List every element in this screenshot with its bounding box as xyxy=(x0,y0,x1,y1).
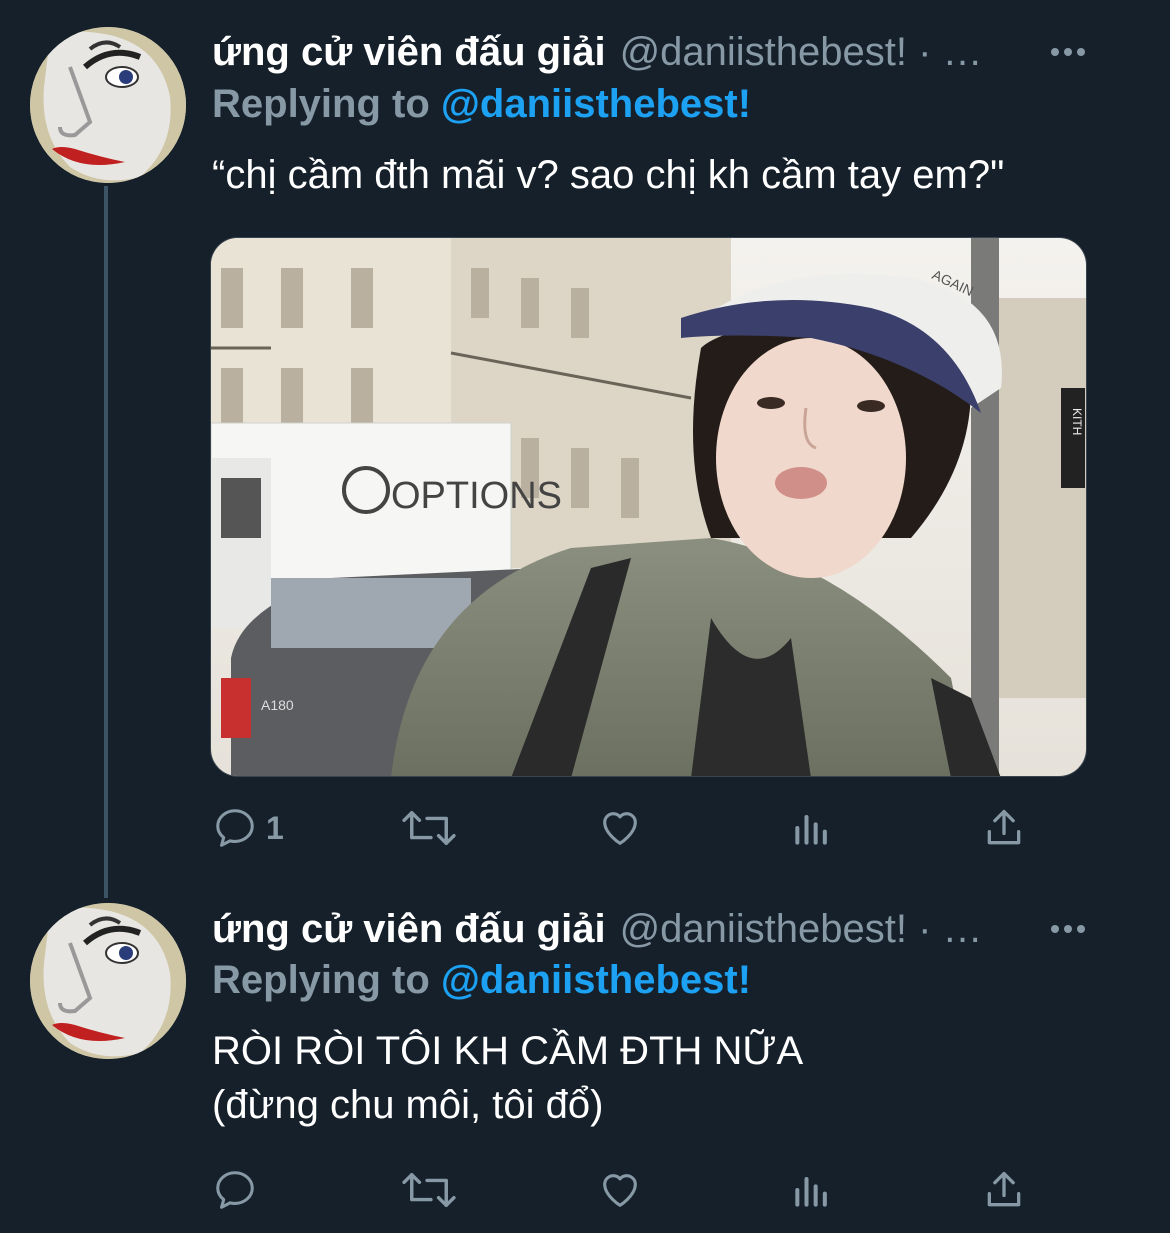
tweet-text-line: RÒI RÒI TÔI KH CẦM ĐTH NỮA xyxy=(212,1029,804,1073)
share-button[interactable] xyxy=(982,1162,1026,1218)
tweet-text-line: “chị cầm đth mãi v? sao chị kh cầm tay e… xyxy=(212,153,1005,197)
avatar-face-image xyxy=(30,903,186,1059)
analytics-icon xyxy=(790,1167,834,1213)
user-handle[interactable]: @daniisthebest! · … xyxy=(620,30,983,75)
like-icon xyxy=(596,805,644,851)
tweet-text: “chị cầm đth mãi v? sao chị kh cầm tay e… xyxy=(212,148,1004,202)
retweet-button[interactable] xyxy=(400,800,458,856)
tweet-header: ứng cử viên đấu giải @daniisthebest! · … xyxy=(212,901,1130,957)
analytics-button[interactable] xyxy=(790,800,834,856)
replying-mention-link[interactable]: @daniisthebest! xyxy=(441,82,751,126)
like-button[interactable] xyxy=(596,1162,644,1218)
avatar[interactable] xyxy=(30,27,186,183)
tweet-media-photo[interactable]: OPTIONS A180 KITH AGAIN xyxy=(210,237,1087,777)
replying-label: Replying to xyxy=(212,82,441,126)
reply-count: 1 xyxy=(266,809,284,846)
retweet-icon xyxy=(400,1167,458,1213)
car-badge-text: A180 xyxy=(261,697,294,713)
kith-sign-text: KITH xyxy=(1070,408,1084,435)
reply-button[interactable]: 1 xyxy=(212,800,284,856)
avatar-face-image xyxy=(30,27,186,183)
display-name[interactable]: ứng cử viên đấu giải xyxy=(212,907,606,952)
replying-to: Replying to @daniisthebest! xyxy=(212,958,751,1003)
tweet-actions: 1 xyxy=(212,800,1052,856)
share-icon xyxy=(982,1167,1026,1213)
share-icon xyxy=(982,805,1026,851)
like-button[interactable] xyxy=(596,800,644,856)
retweet-icon xyxy=(400,805,458,851)
thread-connector-line xyxy=(104,186,108,898)
retweet-button[interactable] xyxy=(400,1162,458,1218)
tweet-text: RÒI RÒI TÔI KH CẦM ĐTH NỮA (đừng chu môi… xyxy=(212,1024,803,1132)
reply-button[interactable] xyxy=(212,1162,266,1218)
tweet-actions xyxy=(212,1162,1052,1218)
analytics-icon xyxy=(790,805,834,851)
share-button[interactable] xyxy=(982,800,1026,856)
replying-label: Replying to xyxy=(212,958,441,1002)
tweet-text-line: (đừng chu môi, tôi đổ) xyxy=(212,1083,604,1127)
replying-mention-link[interactable]: @daniisthebest! xyxy=(441,958,751,1002)
more-icon[interactable] xyxy=(1046,901,1090,957)
replying-to: Replying to @daniisthebest! xyxy=(212,82,751,127)
reply-icon xyxy=(212,805,258,851)
truck-logo-text: OPTIONS xyxy=(391,475,562,517)
avatar[interactable] xyxy=(30,903,186,1059)
street-photo: OPTIONS A180 KITH AGAIN xyxy=(211,238,1086,776)
analytics-button[interactable] xyxy=(790,1162,834,1218)
like-icon xyxy=(596,1167,644,1213)
display-name[interactable]: ứng cử viên đấu giải xyxy=(212,30,606,75)
reply-icon xyxy=(212,1167,258,1213)
tweet-header: ứng cử viên đấu giải @daniisthebest! · … xyxy=(212,24,1130,80)
more-icon[interactable] xyxy=(1046,24,1090,80)
user-handle[interactable]: @daniisthebest! · … xyxy=(620,907,983,952)
